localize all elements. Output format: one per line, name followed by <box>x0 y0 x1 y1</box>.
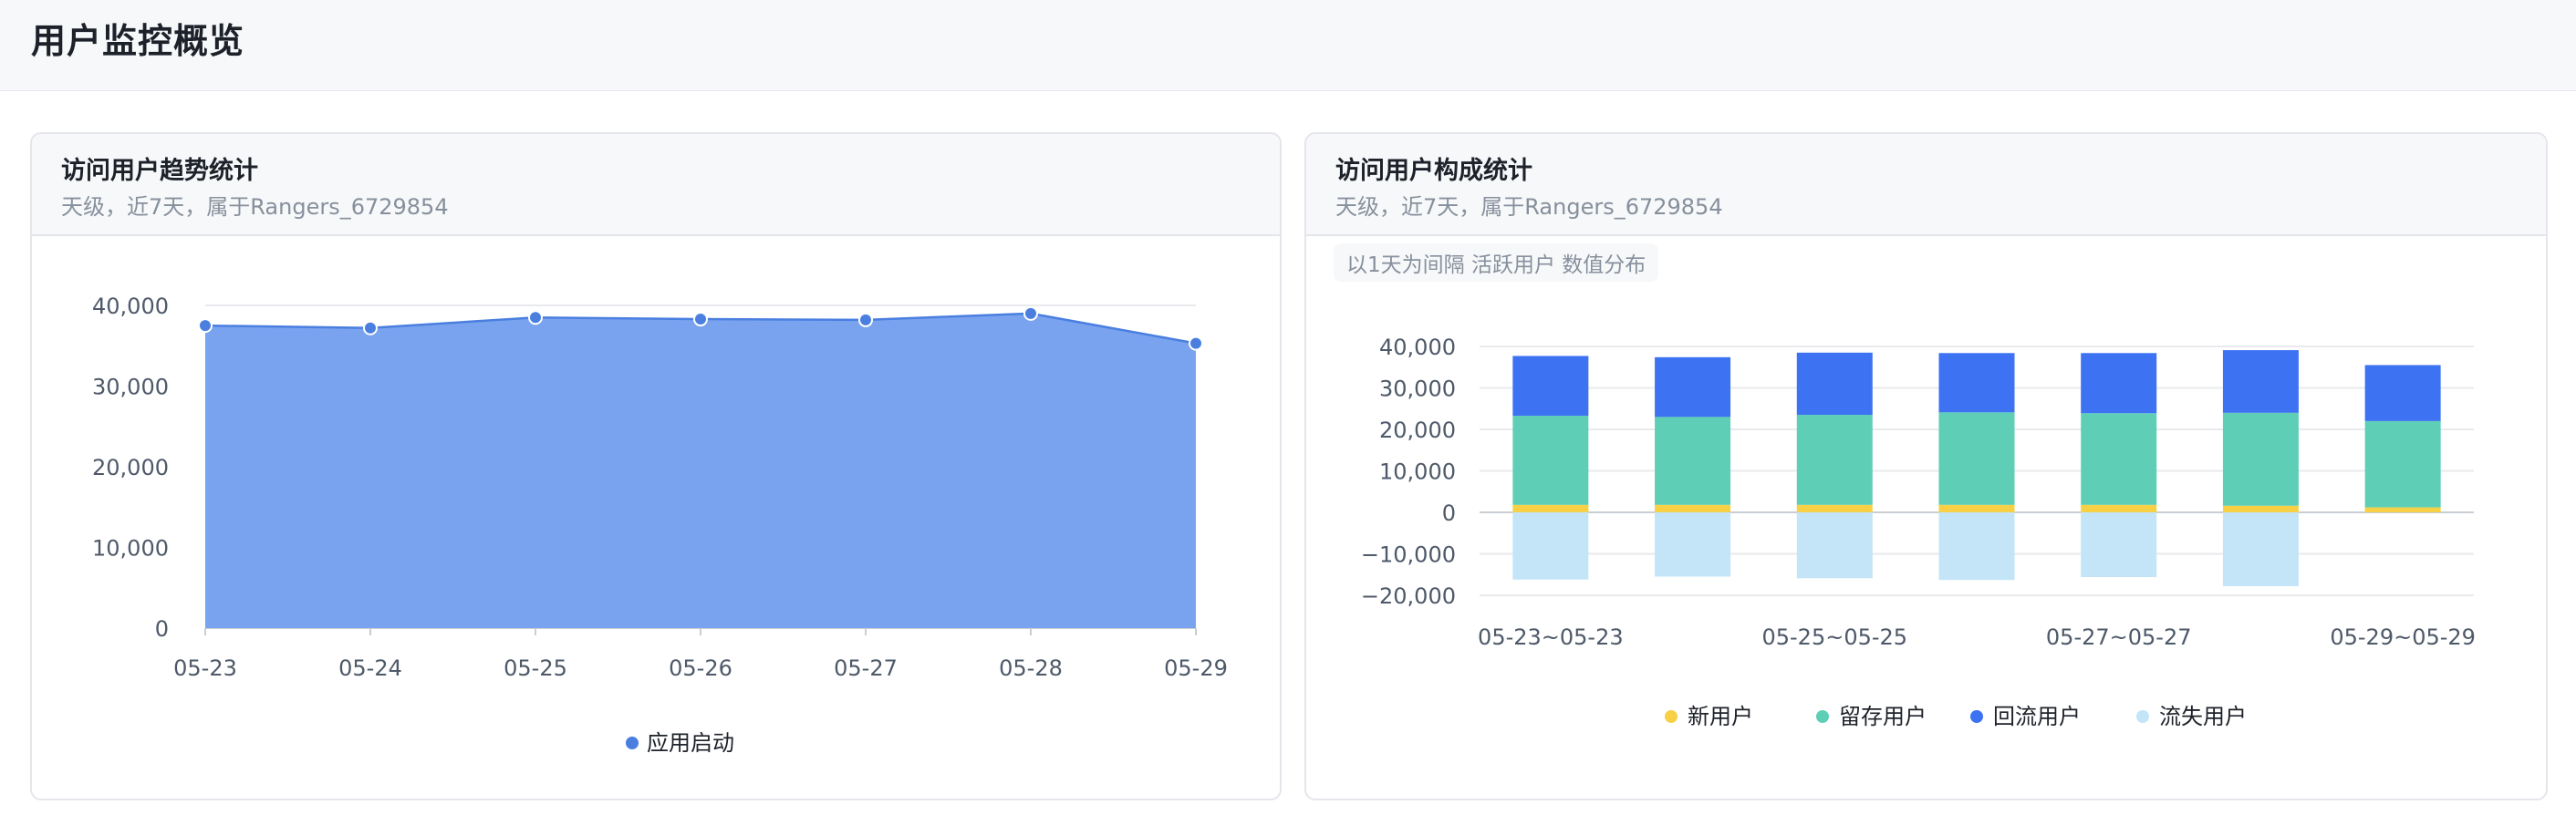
legend-label: 新用户 <box>1688 704 1753 729</box>
bar-segment-流失用户 <box>2222 512 2299 586</box>
x-tick-label: 05-29 <box>1164 655 1228 681</box>
bar-segment-流失用户 <box>1938 512 2015 581</box>
y-tick-label: 30,000 <box>1379 377 1456 402</box>
bar-segment-新用户 <box>1512 504 1589 512</box>
legend-label: 流失用户 <box>2159 704 2247 729</box>
y-tick-label: 40,000 <box>1379 335 1456 360</box>
legend-marker <box>1970 710 1983 723</box>
y-tick-label: 20,000 <box>92 455 169 480</box>
bar-segment-回流用户 <box>1655 356 1731 418</box>
x-tick-label: 05-28 <box>999 655 1063 681</box>
bar-segment-流失用户 <box>1655 512 1731 577</box>
area-chart: 0 10,000 20,000 30,000 40,000 05-23 05-24 05-25… <box>92 294 1228 756</box>
legend-marker <box>1665 710 1678 723</box>
bar-segment-回流用户 <box>1512 356 1589 416</box>
data-point <box>693 312 708 327</box>
legend-label: 应用启动 <box>647 730 734 756</box>
y-tick-label: −20,000 <box>1361 583 1456 609</box>
y-tick-label: 10,000 <box>1379 459 1456 485</box>
legend-label: 留存用户 <box>1839 704 1927 729</box>
y-tick-label: 10,000 <box>92 536 169 562</box>
data-point <box>528 310 543 325</box>
bar-segment-新用户 <box>2222 505 2299 512</box>
bar-segment-留存用户 <box>1938 412 2015 505</box>
data-point <box>1189 335 1203 351</box>
data-point <box>363 320 378 335</box>
bar-segment-流失用户 <box>2081 512 2157 577</box>
y-tick-label: 0 <box>1442 500 1456 526</box>
y-tick-label: 20,000 <box>1379 418 1456 443</box>
bar-segment-新用户 <box>1796 504 1873 512</box>
x-tick-label: 05-23~05-23 <box>1478 624 1624 650</box>
y-tick-label: 40,000 <box>92 294 169 319</box>
bar-segment-回流用户 <box>1796 352 1873 416</box>
visitor-composition-card: 访问用户构成统计 天级，近7天，属于Rangers_6729854 以1天为间隔… <box>1304 132 2548 800</box>
page-title: 用户监控概览 <box>31 21 245 61</box>
bar-segment-新用户 <box>1938 504 2015 512</box>
data-point <box>198 318 213 334</box>
series-area-应用启动 <box>205 313 1196 628</box>
legend-label: 回流用户 <box>1993 704 2081 729</box>
bar-segment-留存用户 <box>2081 413 2157 505</box>
bar-segment-回流用户 <box>2222 350 2299 413</box>
visitor-trend-card: 访问用户趋势统计 天级，近7天，属于Rangers_6729854 0 10,00… <box>30 132 1282 800</box>
y-tick-label: −10,000 <box>1361 542 1456 568</box>
y-tick-label: 30,000 <box>92 375 169 400</box>
bar-segment-新用户 <box>1655 504 1731 512</box>
x-tick-label: 05-26 <box>669 655 732 681</box>
x-tick-label: 05-24 <box>338 655 402 681</box>
bar-segment-新用户 <box>2364 507 2441 512</box>
data-point <box>858 312 873 327</box>
x-tick-label: 05-25~05-25 <box>1761 624 1907 650</box>
bar-segment-流失用户 <box>1796 512 1873 579</box>
legend-marker <box>626 737 639 749</box>
x-tick-label: 05-27 <box>834 655 898 681</box>
bar-segment-留存用户 <box>2364 420 2441 508</box>
legend-marker <box>1816 710 1829 723</box>
bar-segment-留存用户 <box>1512 415 1589 505</box>
bar-segment-留存用户 <box>1796 415 1873 505</box>
x-tick-label: 05-25 <box>504 655 567 681</box>
bar-segment-回流用户 <box>2364 365 2441 421</box>
bar-segment-流失用户 <box>1512 512 1589 580</box>
bar-segment-回流用户 <box>2081 353 2157 414</box>
bar-segment-留存用户 <box>2222 412 2299 506</box>
legend-marker <box>2136 710 2149 723</box>
bar-segment-新用户 <box>2081 504 2157 512</box>
stacked-bar-chart: −20,000 −10,000 0 10,000 20,000 30,000 40,000 0… <box>1361 335 2476 729</box>
bar-segment-回流用户 <box>1938 353 2015 413</box>
x-tick-label: 05-23 <box>173 655 237 681</box>
top-bar: 用户监控概览 <box>0 0 2576 91</box>
x-tick-label: 05-27~05-27 <box>2046 624 2192 650</box>
bar-segment-留存用户 <box>1655 417 1731 505</box>
x-tick-label: 05-29~05-29 <box>2330 624 2476 650</box>
y-tick-label: 0 <box>155 616 169 642</box>
data-point <box>1023 305 1038 321</box>
